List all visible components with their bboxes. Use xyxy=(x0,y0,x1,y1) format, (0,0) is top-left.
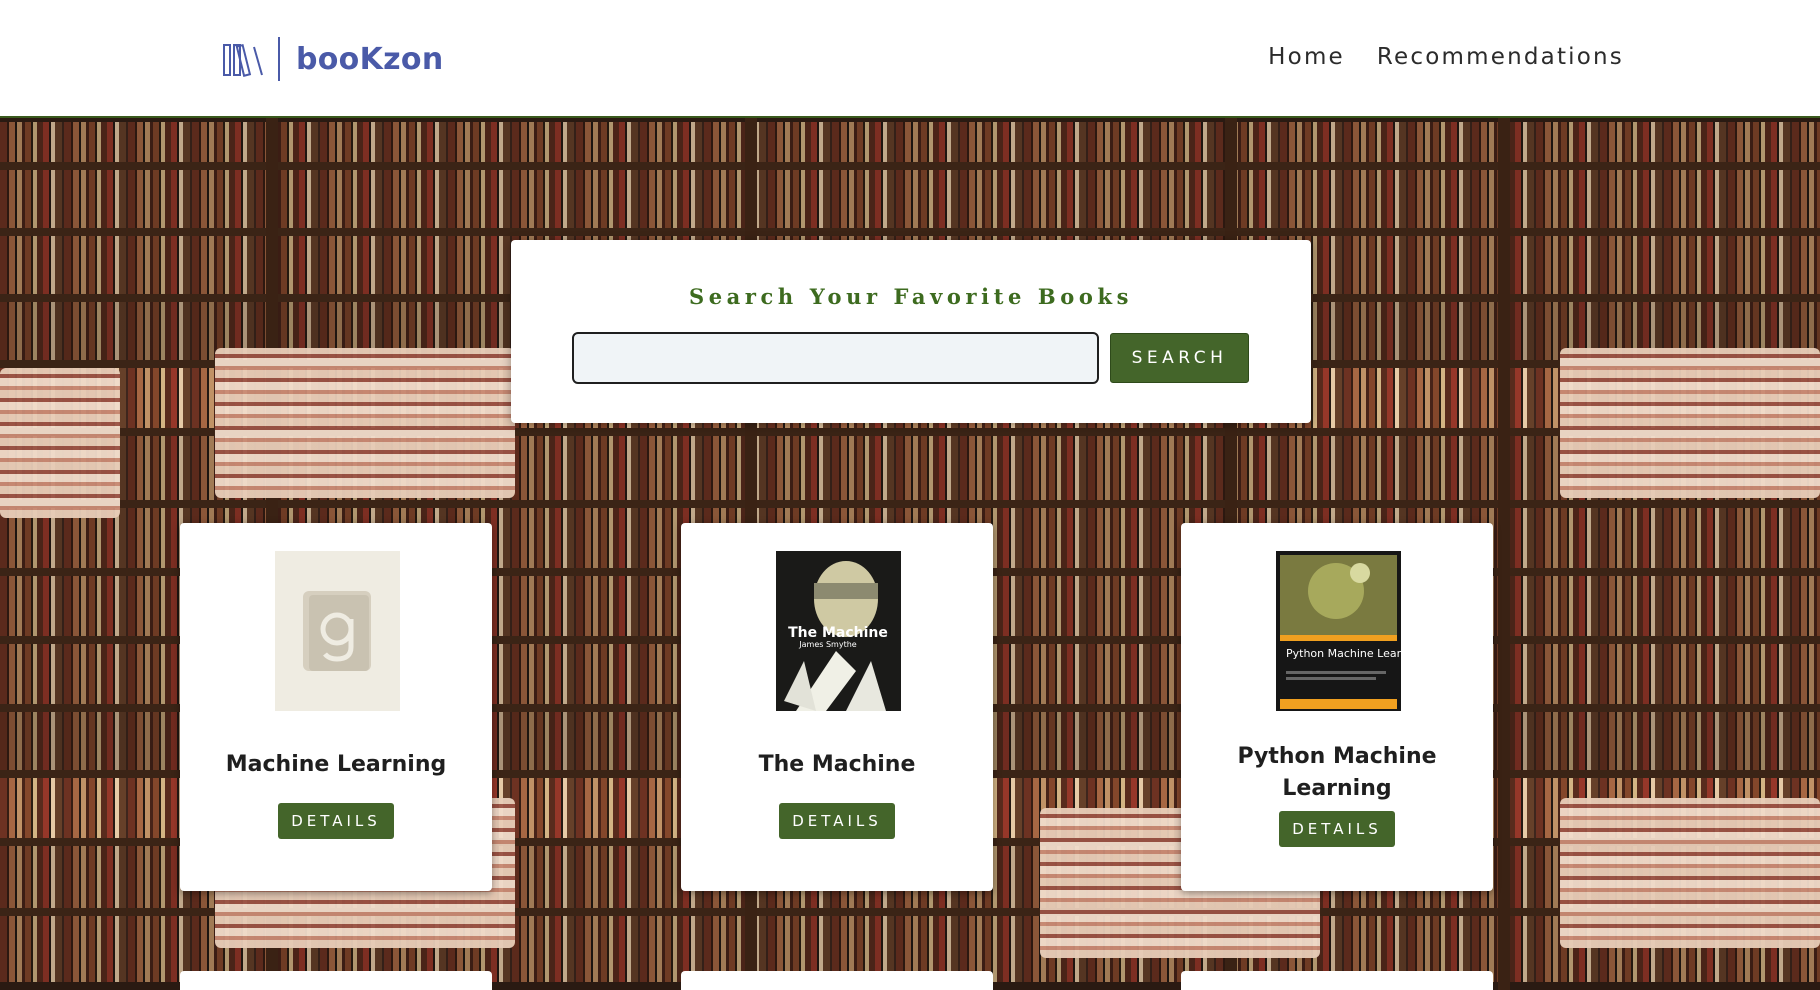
google-books-placeholder-icon xyxy=(303,591,371,671)
search-heading: Search Your Favorite Books xyxy=(688,284,1134,309)
book-title: Python Machine Learning xyxy=(1237,744,1437,801)
nav-home-link[interactable]: Home xyxy=(1268,44,1345,70)
book-card-partial xyxy=(180,971,492,990)
python-ml-cover-art: Python Machine Learning xyxy=(1276,551,1401,711)
book-card: The Machine James Smythe The Machine DET… xyxy=(681,523,993,891)
brand-name[interactable]: booKzon xyxy=(296,42,443,77)
book-card-partial xyxy=(681,971,993,990)
placeholder-g-cover[interactable] xyxy=(275,551,400,711)
bookshelf-icon xyxy=(223,43,263,77)
the-machine-cover-art: The Machine James Smythe xyxy=(776,551,901,711)
details-button[interactable]: DETAILS xyxy=(278,803,394,839)
top-navbar: booKzon Home Recommendations xyxy=(0,0,1820,118)
book-title: Machine Learning xyxy=(225,752,447,777)
book-title: The Machine xyxy=(758,752,916,777)
details-button[interactable]: DETAILS xyxy=(1279,811,1395,847)
nav-recommendations-link[interactable]: Recommendations xyxy=(1377,44,1624,70)
search-input[interactable] xyxy=(572,332,1099,384)
python-ml-cover[interactable]: Python Machine Learning xyxy=(1276,551,1401,711)
cover-title-text: The Machine xyxy=(788,625,888,641)
search-panel: Search Your Favorite Books SEARCH xyxy=(511,240,1311,423)
logo-divider xyxy=(278,37,280,81)
details-button[interactable]: DETAILS xyxy=(779,803,895,839)
the-machine-cover[interactable]: The Machine James Smythe xyxy=(776,551,901,711)
brand-logo[interactable]: booKzon xyxy=(222,36,443,82)
book-card-partial xyxy=(1181,971,1493,990)
main-nav: Home Recommendations xyxy=(1268,44,1624,70)
cover-author-text: James Smythe xyxy=(798,640,857,649)
search-button[interactable]: SEARCH xyxy=(1110,333,1249,383)
book-card: Machine Learning DETAILS xyxy=(180,523,492,891)
cover-title-text: Python Machine Learning xyxy=(1286,647,1401,660)
book-card: Python Machine Learning Python Machine L… xyxy=(1181,523,1493,891)
